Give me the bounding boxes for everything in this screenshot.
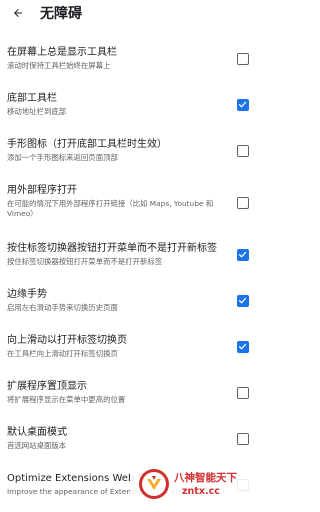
arrow-left-icon bbox=[12, 7, 24, 19]
settings-list: 在屏幕上总是显示工具栏 滚动时保持工具栏始终在屏幕上 底部工具栏 移动地址栏到底… bbox=[0, 36, 268, 508]
setting-desktop-mode[interactable]: 默认桌面模式 首选网站桌面版本 bbox=[0, 416, 268, 462]
setting-subtitle: 在工具栏向上滑动打开标签切换页 bbox=[7, 349, 118, 358]
setting-title: 底部工具栏 bbox=[7, 93, 57, 104]
setting-title: 用外部程序打开 bbox=[7, 185, 77, 196]
checkbox-unchecked[interactable] bbox=[237, 145, 249, 157]
checkbox-unchecked[interactable] bbox=[237, 387, 249, 399]
back-button[interactable] bbox=[0, 0, 36, 26]
checkmark-icon bbox=[238, 251, 247, 258]
checkbox-checked[interactable] bbox=[237, 99, 249, 111]
setting-title: 在屏幕上总是显示工具栏 bbox=[7, 47, 117, 58]
setting-title: 手形图标（打开底部工具栏时生效） bbox=[7, 139, 167, 150]
setting-subtitle: 在可能的情况下用外部程序打开链接（比如 Maps, Youtube 和 Vime… bbox=[7, 199, 214, 218]
setting-subtitle: 首选网站桌面版本 bbox=[7, 441, 67, 450]
setting-open-external-app[interactable]: 用外部程序打开 在可能的情况下用外部程序打开链接（比如 Maps, Youtub… bbox=[0, 174, 268, 232]
setting-title: 扩展程序置顶显示 bbox=[7, 381, 87, 392]
checkbox-checked[interactable] bbox=[237, 249, 249, 261]
checkbox-unchecked[interactable] bbox=[237, 197, 249, 209]
app-bar: 无障碍 bbox=[0, 0, 268, 26]
setting-bottom-toolbar[interactable]: 底部工具栏 移动地址栏到底部 bbox=[0, 82, 268, 128]
checkmark-icon bbox=[238, 101, 247, 108]
setting-edge-gesture[interactable]: 边缘手势 启用左右滑动手势来切换历史页面 bbox=[0, 278, 268, 324]
setting-title: 默认桌面模式 bbox=[7, 427, 67, 438]
setting-subtitle: 启用左右滑动手势来切换历史页面 bbox=[7, 303, 118, 312]
setting-subtitle: 移动地址栏到底部 bbox=[7, 107, 67, 116]
watermark-url: zntx.cc bbox=[182, 486, 220, 497]
setting-title: 向上滑动以打开标签切换页 bbox=[7, 335, 127, 346]
setting-title: 按住标签切换器按钮打开菜单而不是打开新标签 bbox=[7, 243, 217, 254]
setting-title: 边缘手势 bbox=[7, 289, 47, 300]
checkbox-unchecked[interactable] bbox=[237, 53, 249, 65]
setting-swipe-up-tabs[interactable]: 向上滑动以打开标签切换页 在工具栏向上滑动打开标签切换页 bbox=[0, 324, 268, 370]
setting-hand-icon[interactable]: 手形图标（打开底部工具栏时生效） 添加一个手形图标来返回页面顶部 bbox=[0, 128, 268, 174]
checkmark-icon bbox=[238, 297, 247, 304]
checkbox-checked[interactable] bbox=[237, 295, 249, 307]
setting-subtitle: 按住标签切换器按钮打开菜单而不是打开新标签 bbox=[7, 257, 163, 266]
checkbox-checked[interactable] bbox=[237, 341, 249, 353]
setting-always-show-toolbar[interactable]: 在屏幕上总是显示工具栏 滚动时保持工具栏始终在屏幕上 bbox=[0, 36, 268, 82]
setting-extensions-top[interactable]: 扩展程序置顶显示 将扩展程序显示在菜单中更高的位置 bbox=[0, 370, 268, 416]
setting-subtitle: 添加一个手形图标来返回页面顶部 bbox=[7, 153, 118, 162]
watermark: 八神智能天下 zntx.cc bbox=[130, 466, 268, 504]
setting-subtitle: 将扩展程序显示在菜单中更高的位置 bbox=[7, 395, 126, 404]
page-title: 无障碍 bbox=[40, 6, 82, 22]
checkmark-icon bbox=[238, 343, 247, 350]
watermark-name: 八神智能天下 bbox=[174, 472, 237, 484]
watermark-logo-icon bbox=[139, 469, 169, 499]
setting-subtitle: 滚动时保持工具栏始终在屏幕上 bbox=[7, 61, 111, 70]
setting-tab-switcher-menu[interactable]: 按住标签切换器按钮打开菜单而不是打开新标签 按住标签切换器按钮打开菜单而不是打开… bbox=[0, 232, 268, 278]
checkbox-unchecked[interactable] bbox=[237, 433, 249, 445]
